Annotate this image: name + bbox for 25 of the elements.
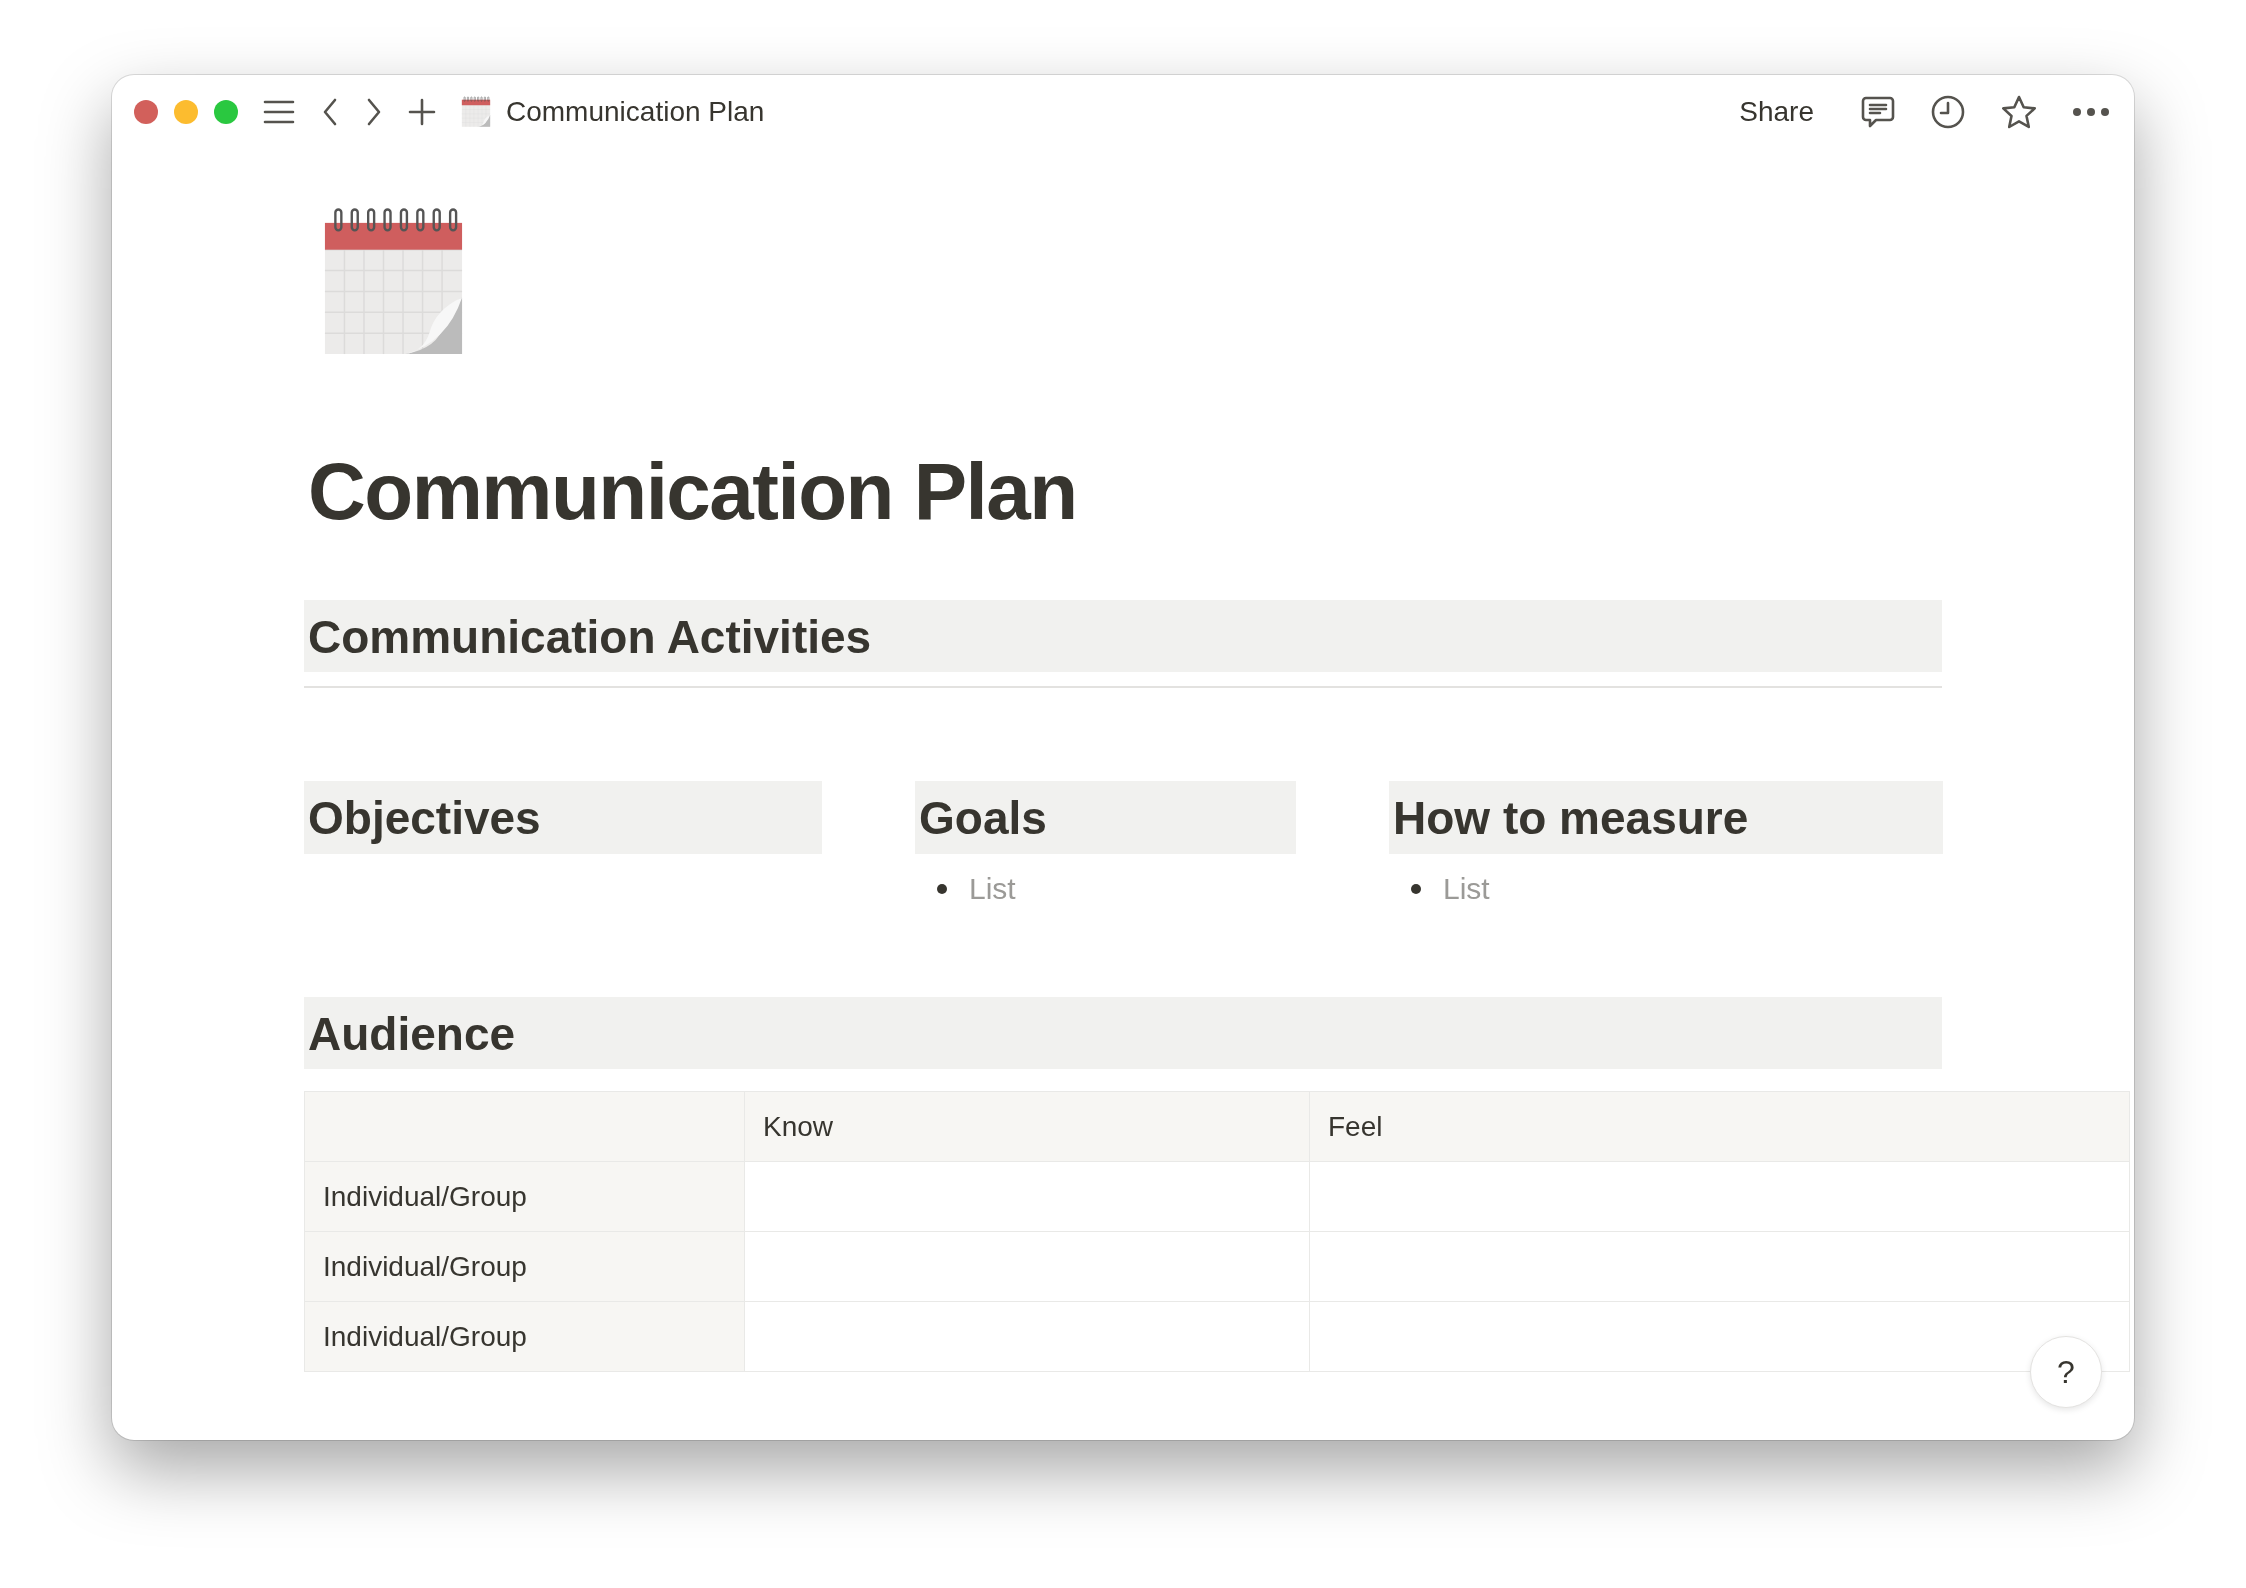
calendar-icon [460, 96, 492, 128]
bullet-icon [937, 884, 947, 894]
clock-icon[interactable] [1930, 94, 1966, 130]
more-icon[interactable] [2072, 107, 2110, 117]
row-header: Individual/Group [305, 1232, 745, 1302]
page-title: Communication Plan [308, 446, 1078, 538]
row-header: Individual/Group [305, 1162, 745, 1232]
section-heading: Audience [304, 997, 1942, 1069]
bullet-icon [1411, 884, 1421, 894]
comment-icon[interactable] [1860, 94, 1896, 130]
plus-icon[interactable] [408, 98, 436, 126]
column-heading: Goals [915, 781, 1296, 854]
list-item: List [1443, 872, 1490, 906]
star-icon[interactable] [2000, 94, 2038, 130]
column-header: Know [745, 1092, 1310, 1162]
list-item: List [969, 872, 1016, 906]
share-button[interactable]: Share [1739, 96, 1814, 128]
section-heading: Communication Activities [304, 600, 1942, 672]
column-heading: How to measure [1389, 781, 1943, 854]
menu-icon[interactable] [262, 98, 296, 126]
close-button[interactable] [134, 100, 158, 124]
row-header: Individual/Group [305, 1302, 745, 1372]
column-heading: Objectives [304, 781, 822, 854]
column-header: Feel [1310, 1092, 2130, 1162]
page-breadcrumb[interactable]: Communication Plan [506, 96, 765, 128]
